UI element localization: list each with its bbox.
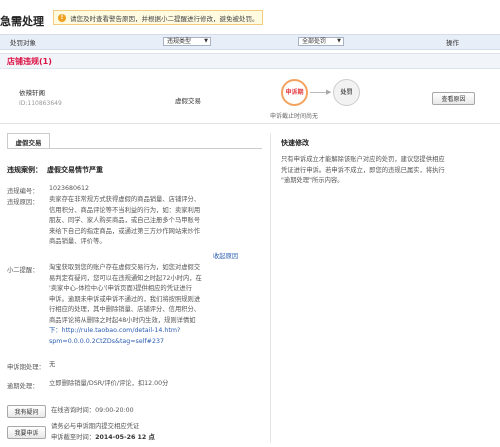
warning-icon: ! <box>58 13 66 22</box>
sidebar-line: 只有申诉成立才能解除该账户对应的处罚，建议您提供相应 <box>281 156 445 163</box>
reminder-line: 易判定有疑问，您可以在违规通知之时起72小时内，在 <box>49 274 202 282</box>
reminder-line: 申诉。逾期未申诉或申诉不通过的，我们将按照规则进 <box>49 295 201 303</box>
case-value: 虚假交易情节严重 <box>47 166 103 174</box>
violation-type: 虚假交易 <box>175 97 201 105</box>
appeal-handling-label: 申诉期处理： <box>7 364 45 371</box>
section-header: 店铺违规(1) <box>0 53 500 69</box>
header-object: 处罚对象 <box>10 39 36 47</box>
penalty-value: 全部处罚 <box>302 38 327 45</box>
warning-notice: ! 请您及时查看警告原因，并根据小二提醒进行修改，避免被处罚。 <box>53 10 263 25</box>
reason-line: 朋友、同学、家人购买商品，或自己注册多个马甲账号 <box>49 217 201 224</box>
tab-divider <box>7 148 262 149</box>
shop-name: 依辣轩阁 <box>19 89 45 97</box>
violation-type-value: 违规类型 <box>167 38 192 45</box>
shop-id: ID:110863649 <box>19 100 62 107</box>
arrow-right-icon: ▶ <box>326 88 332 96</box>
page-title: 急需处理 <box>0 15 44 28</box>
online-time: 在线咨询时间：09:00-20:00 <box>51 407 134 414</box>
reminder-label: 小二提醒： <box>7 267 39 274</box>
table-header: 处罚对象 违规类型 ▼ 全部处罚 ▼ 操作 <box>0 34 500 50</box>
quick-edit-text: 只有申诉成立才能解除该账户对应的处罚，建议您提供相应 凭证进行申诉。若申诉不成立… <box>281 155 486 187</box>
violation-id-value: 1023680612 <box>49 185 90 192</box>
appeal-deadline-label: 申诉截至时间： <box>51 434 96 441</box>
appeal-button[interactable]: 我要申诉 <box>7 426 46 439</box>
reminder-line: '卖家中心-体检中心'(申诉页面)提供相应的凭证进行 <box>49 285 192 292</box>
collapse-reason-link[interactable]: 收起原因 <box>213 252 238 263</box>
panel-divider <box>270 133 271 443</box>
reason-line: 信用积分、商品评论等不当利益的行为，如：卖家利用 <box>49 206 201 214</box>
violation-type-select[interactable]: 违规类型 ▼ <box>163 37 211 46</box>
notice-text: 请您及时查看警告原因，并根据小二提醒进行修改，避免被处罚。 <box>70 14 259 23</box>
sidebar-line: 凭证进行申诉。若申诉不成立，即您的违规已属实，将执行 <box>281 166 445 174</box>
view-reason-button[interactable]: 查看原因 <box>432 92 475 105</box>
rule-link[interactable]: spm=0.0.0.0.2CtZDs&tag=self#237 <box>49 337 202 348</box>
appeal-deadline: 申诉截止时间尚无 <box>270 113 319 120</box>
sidebar-line: "逾期处理"所示内容。 <box>281 177 344 184</box>
reminder-line: 行相应的处理，其中删除销量、店铺评分、信用积分、 <box>49 306 201 313</box>
header-action: 操作 <box>446 39 459 47</box>
overdue-handling-value: 立即删除销量/DSR/评价/评论，扣12.00分 <box>49 380 169 387</box>
chevron-down-icon: ▼ <box>337 38 341 44</box>
tab-fake-transaction[interactable]: 虚假交易 <box>7 133 50 149</box>
reminder-line: 商品评论将从删除之时起48小时内生效，规则详情如 <box>49 316 196 324</box>
step-penalty: 处罚 <box>333 79 360 106</box>
reason-label: 违规原因： <box>7 199 39 206</box>
violation-id-label: 违规编号： <box>7 188 39 195</box>
appeal-hint: 请务必与申诉期内提交相应凭证 <box>51 423 140 430</box>
question-button[interactable]: 我有疑问 <box>7 405 46 418</box>
reason-line: 卖家存在非常规方式获得虚假的商品销量、店铺评分、 <box>49 196 201 203</box>
table-row <box>0 68 500 124</box>
reminder-line: 淘宝获取到您的账户存在虚假交易行为，如您对虚假交 <box>49 264 201 271</box>
step-appeal-period: 申诉期 <box>281 79 308 106</box>
penalty-select[interactable]: 全部处罚 ▼ <box>298 37 344 46</box>
appeal-deadline-value: 2014-05-26 12 点 <box>95 434 155 441</box>
reminder-text: 淘宝获取到您的账户存在虚假交易行为，如您对虚假交 易判定有疑问，您可以在违规通知… <box>49 263 202 347</box>
reason-line: 商品销量、评价等。 <box>49 238 106 245</box>
appeal-deadline-row: 申诉截至时间：2014-05-26 12 点 <box>51 433 155 444</box>
quick-edit-title: 快速修改 <box>281 139 309 147</box>
chevron-down-icon: ▼ <box>204 38 208 44</box>
section-title: 店铺违规(1) <box>7 57 52 66</box>
reason-line: 来给下自己的指定商品，或通过第三方炒作网站来炒作 <box>49 227 201 235</box>
case-label: 违规案例： <box>7 166 42 174</box>
rule-link[interactable]: 下：http://rule.taobao.com/detail-14.htm? <box>49 326 202 337</box>
reason-text: 卖家存在非常规方式获得虚假的商品销量、店铺评分、 信用积分、商品评论等不当利益的… <box>49 195 200 248</box>
appeal-handling-value: 无 <box>49 361 56 368</box>
overdue-handling-label: 逾期处理： <box>7 383 39 390</box>
